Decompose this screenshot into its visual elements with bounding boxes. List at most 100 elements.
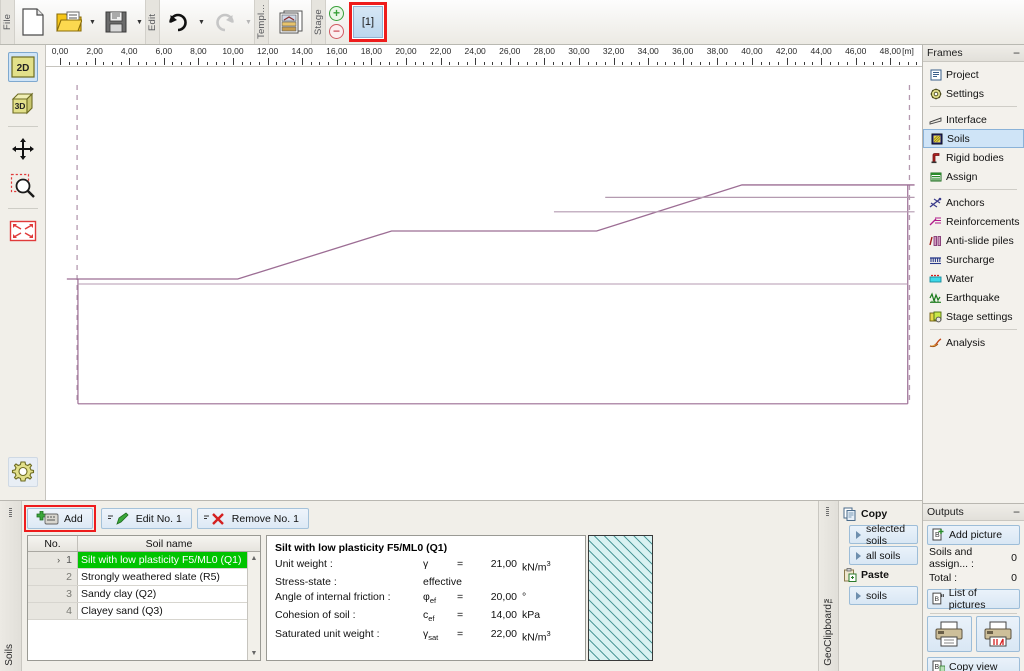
- outputs-minimize-button[interactable]: −: [1013, 506, 1020, 518]
- svg-text:2D: 2D: [16, 63, 29, 74]
- svg-text:3D: 3D: [14, 101, 25, 111]
- soil-property-equals: =: [457, 558, 464, 570]
- save-dropdown-arrow-icon[interactable]: ▼: [134, 4, 145, 41]
- soil-property-equals: =: [457, 627, 464, 640]
- drawing-canvas[interactable]: [46, 67, 922, 500]
- stage-tab-1[interactable]: [1]: [353, 6, 383, 38]
- scroll-up-icon[interactable]: ▲: [248, 552, 260, 565]
- frame-item-water[interactable]: Water: [923, 269, 1024, 288]
- copy-selected-soils-button[interactable]: selected soils: [849, 523, 918, 547]
- ruler-tick: [250, 61, 252, 65]
- frame-item-settings[interactable]: Settings: [923, 84, 1024, 103]
- ruler-tick: [267, 58, 269, 65]
- ruler-tick: [717, 58, 719, 65]
- view-3d-button[interactable]: 3D: [8, 89, 38, 119]
- frame-item-anti-slide-piles[interactable]: Anti-slide piles: [923, 231, 1024, 250]
- soils-assign-value: 0: [1011, 552, 1017, 564]
- template-group: [269, 0, 311, 44]
- ruler-tick: [674, 61, 676, 65]
- frame-item-project[interactable]: Project: [923, 65, 1024, 84]
- frame-item-label: Soils: [947, 132, 970, 145]
- undo-button[interactable]: [161, 4, 195, 41]
- soil-table-row[interactable]: 2 Strongly weathered slate (R5): [28, 569, 260, 586]
- project-icon: [929, 68, 942, 81]
- soil-property-unit: kPa: [522, 609, 541, 622]
- zoom-fit-button[interactable]: [8, 216, 38, 246]
- remove-soil-button[interactable]: Remove No. 1: [196, 508, 309, 529]
- ruler-tick: [682, 58, 684, 65]
- panel-grip-icon: [9, 508, 12, 517]
- ruler-tick: [215, 61, 217, 65]
- total-value: 0: [1011, 572, 1017, 584]
- frame-item-stage-settings[interactable]: Stage settings: [923, 307, 1024, 326]
- soil-table-scrollbar[interactable]: ▲ ▼: [247, 552, 260, 660]
- total-row: Total : 0: [923, 571, 1024, 585]
- ruler-tick: [821, 58, 823, 65]
- add-picture-button[interactable]: B Add picture: [927, 525, 1020, 545]
- ruler-tick: [587, 61, 589, 65]
- remove-stage-button[interactable]: −: [329, 23, 344, 39]
- soil-row-name: Clayey sand (Q3): [81, 605, 163, 617]
- soil-table-row[interactable]: 3 Sandy clay (Q2): [28, 586, 260, 603]
- open-folder-button[interactable]: [52, 4, 86, 41]
- geometry-drawing[interactable]: [46, 67, 922, 500]
- view-2d-button[interactable]: 2D: [7, 52, 38, 82]
- geoclipboard-vertical-tab[interactable]: GeoClipboard™: [819, 501, 839, 671]
- copy-all-soils-button[interactable]: all soils: [849, 546, 918, 565]
- ruler-tick: [129, 58, 131, 65]
- soil-table-row[interactable]: 4 Clayey sand (Q3): [28, 603, 260, 620]
- pan-button[interactable]: [8, 134, 38, 164]
- scroll-down-icon[interactable]: ▼: [248, 647, 260, 660]
- open-dropdown-arrow-icon[interactable]: ▼: [87, 4, 98, 41]
- frames-minimize-button[interactable]: −: [1013, 47, 1020, 59]
- soil-row-number: 4: [28, 603, 78, 619]
- frame-item-interface[interactable]: Interface: [923, 110, 1024, 129]
- frame-item-soils[interactable]: Soils: [923, 129, 1024, 148]
- soil-property-row: Angle of internal friction : φef = 20,00 °: [275, 590, 577, 609]
- paste-soils-button[interactable]: soils: [849, 586, 918, 605]
- edit-soil-button[interactable]: Edit No. 1: [100, 508, 192, 529]
- save-button[interactable]: [99, 4, 133, 41]
- soil-detail-panel: Silt with low plasticity F5/ML0 (Q1) Uni…: [266, 535, 586, 661]
- redo-dropdown-arrow-icon[interactable]: ▼: [243, 4, 254, 41]
- frame-item-rigid-bodies[interactable]: Rigid bodies: [923, 148, 1024, 167]
- frame-item-reinforcements[interactable]: Reinforcements: [923, 212, 1024, 231]
- soil-property-row: Unit weight : γ = 21,00 kN/m3: [275, 557, 577, 575]
- frame-item-anchors[interactable]: Anchors: [923, 193, 1024, 212]
- copy-section-header: Copy: [839, 501, 922, 523]
- arrow-right-icon: [856, 530, 861, 539]
- main-toolbar: File ▼ ▼ Edit ▼ ▼ Templ... Stage + − [1]: [0, 0, 1024, 45]
- ruler-tick: [561, 61, 563, 65]
- soil-list-table[interactable]: No. Soil name › 1 Silt with low plasticity…: [27, 535, 261, 661]
- file-group: ▼ ▼: [15, 0, 145, 44]
- soils-vertical-tab[interactable]: Soils: [0, 501, 22, 671]
- list-of-pictures-button[interactable]: B List of pictures: [927, 587, 1020, 611]
- copy-view-button[interactable]: B Copy view: [927, 657, 1020, 671]
- soil-table-row[interactable]: › 1 Silt with low plasticity F5/ML0 (Q1): [28, 552, 260, 569]
- ruler-tick: [172, 61, 174, 65]
- ruler-tick: [302, 58, 304, 65]
- soil-row-number-value: 3: [66, 588, 72, 600]
- frame-item-surcharge[interactable]: Surcharge: [923, 250, 1024, 269]
- templates-button[interactable]: [270, 4, 310, 41]
- add-soil-button[interactable]: Add: [27, 508, 93, 529]
- file-group-caption: File: [0, 0, 15, 44]
- frame-item-earthquake[interactable]: Earthquake: [923, 288, 1024, 307]
- add-stage-button[interactable]: +: [329, 5, 344, 21]
- printer-icon: [935, 621, 963, 647]
- print-preview-button[interactable]: [975, 616, 1020, 652]
- ruler-label: 26,00: [499, 46, 521, 56]
- geoclipboard-tab-label: GeoClipboard™: [823, 593, 834, 666]
- zoom-window-button[interactable]: [8, 171, 38, 201]
- print-button[interactable]: [927, 616, 972, 652]
- ruler-tick: [639, 61, 641, 65]
- frame-item-assign[interactable]: Assign: [923, 167, 1024, 186]
- new-file-button[interactable]: [16, 4, 50, 41]
- frame-item-analysis[interactable]: Analysis: [923, 333, 1024, 352]
- undo-dropdown-arrow-icon[interactable]: ▼: [196, 4, 207, 41]
- ruler-tick: [103, 61, 105, 65]
- ruler-tick: [388, 61, 390, 65]
- ruler-tick: [431, 61, 433, 65]
- ruler-label: 48,00: [879, 46, 901, 56]
- drawing-settings-button[interactable]: [8, 457, 38, 487]
